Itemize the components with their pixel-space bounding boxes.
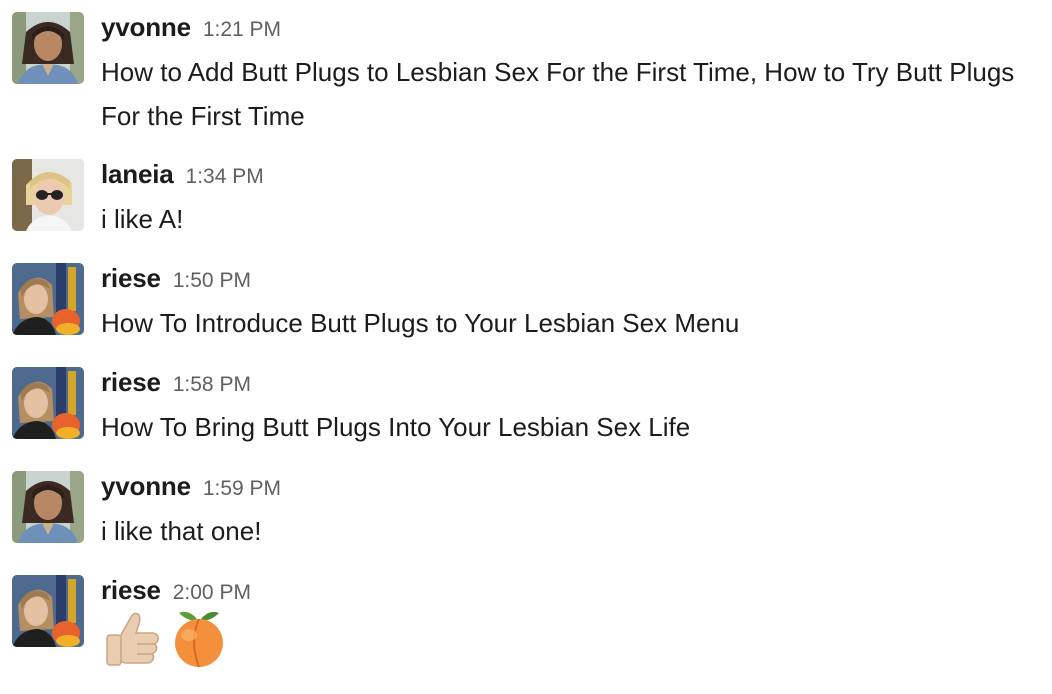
- author-name[interactable]: riese: [101, 367, 161, 397]
- message-text: i like A!: [101, 204, 184, 234]
- timestamp[interactable]: 1:59 PM: [203, 477, 281, 500]
- message-header: yvonne 1:21 PM: [101, 12, 281, 42]
- message-text: How to Add Butt Plugs to Lesbian Sex For…: [101, 57, 1015, 131]
- peach-icon: [167, 605, 231, 669]
- timestamp[interactable]: 1:58 PM: [173, 373, 251, 396]
- message-text: How To Bring Butt Plugs Into Your Lesbia…: [101, 412, 691, 442]
- author-name[interactable]: riese: [101, 575, 161, 605]
- avatar[interactable]: [12, 159, 84, 231]
- riese-avatar-icon: [12, 575, 84, 647]
- message-header: yvonne 1:59 PM: [101, 471, 281, 501]
- avatar[interactable]: [12, 12, 84, 84]
- yvonne-avatar-icon: [12, 471, 84, 543]
- avatar[interactable]: [12, 575, 84, 647]
- author-name[interactable]: yvonne: [101, 471, 191, 501]
- timestamp[interactable]: 2:00 PM: [173, 581, 251, 604]
- riese-avatar-icon: [12, 367, 84, 439]
- avatar[interactable]: [12, 471, 84, 543]
- emoji-message: [101, 605, 231, 669]
- timestamp[interactable]: 1:21 PM: [203, 18, 281, 41]
- laneia-avatar-icon: [12, 159, 84, 231]
- timestamp[interactable]: 1:50 PM: [173, 269, 251, 292]
- message-feed: yvonne 1:21 PM How to Add Butt Plugs to L…: [0, 0, 1052, 694]
- yvonne-avatar-icon: [12, 12, 84, 84]
- message-header: riese 1:58 PM: [101, 367, 251, 397]
- author-name[interactable]: riese: [101, 263, 161, 293]
- thumbs-up-icon: [101, 605, 165, 669]
- avatar[interactable]: [12, 367, 84, 439]
- message-text: i like that one!: [101, 516, 262, 546]
- message-header: riese 1:50 PM: [101, 263, 251, 293]
- message-text: How To Introduce Butt Plugs to Your Lesb…: [101, 308, 740, 338]
- author-name[interactable]: laneia: [101, 159, 174, 189]
- avatar[interactable]: [12, 263, 84, 335]
- riese-avatar-icon: [12, 263, 84, 335]
- author-name[interactable]: yvonne: [101, 12, 191, 42]
- message-header: laneia 1:34 PM: [101, 159, 264, 189]
- timestamp[interactable]: 1:34 PM: [186, 165, 264, 188]
- message-header: riese 2:00 PM: [101, 575, 251, 605]
